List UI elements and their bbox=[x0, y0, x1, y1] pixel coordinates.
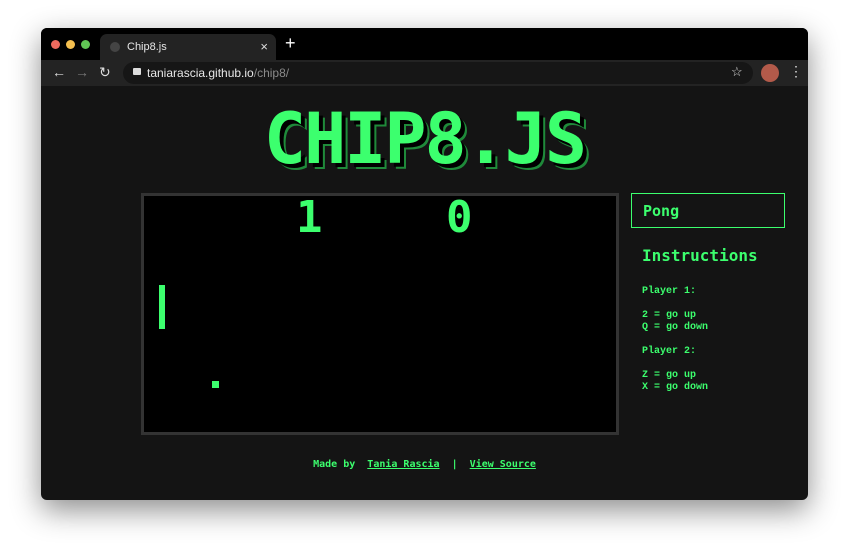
view-source-link[interactable]: View Source bbox=[470, 459, 536, 470]
forward-icon[interactable]: → bbox=[75, 64, 89, 80]
rom-select[interactable]: Pong bbox=[631, 193, 785, 228]
footer: Made by Tania Rascia | View Source bbox=[41, 459, 808, 470]
game-screen: 1 0 bbox=[141, 193, 619, 435]
url-host: taniarascia.github.io bbox=[147, 66, 254, 80]
toolbar: ← → ↻ taniarascia.github.io/chip8/ ☆ ⋮ bbox=[41, 60, 808, 86]
paddle bbox=[159, 285, 165, 329]
player2-label: Player 2: bbox=[642, 346, 697, 357]
page-title: CHIP8.JS bbox=[263, 98, 587, 180]
player2-up: Z = go up bbox=[642, 370, 697, 381]
address-bar[interactable]: taniarascia.github.io/chip8/ bbox=[123, 62, 753, 84]
close-window-button[interactable] bbox=[51, 40, 60, 49]
author-link[interactable]: Tania Rascia bbox=[367, 459, 439, 470]
player1-label: Player 1: bbox=[642, 286, 697, 297]
tab-chip8[interactable]: Chip8.js × bbox=[100, 34, 276, 60]
reload-icon[interactable]: ↻ bbox=[99, 64, 111, 81]
player2-down: X = go down bbox=[642, 382, 709, 393]
new-tab-button[interactable]: + bbox=[285, 33, 296, 54]
footer-separator: | bbox=[451, 459, 458, 470]
bookmark-star-icon[interactable]: ☆ bbox=[731, 64, 743, 80]
ball bbox=[212, 381, 219, 388]
url-path: /chip8/ bbox=[253, 66, 290, 80]
player1-up: 2 = go up bbox=[642, 310, 697, 321]
instructions-heading: Instructions bbox=[642, 246, 758, 265]
back-icon[interactable]: ← bbox=[52, 64, 66, 80]
profile-avatar[interactable] bbox=[761, 64, 779, 82]
player2-score: 0 bbox=[446, 192, 473, 243]
tab-title: Chip8.js bbox=[127, 41, 167, 53]
player1-down: Q = go down bbox=[642, 322, 709, 333]
minimize-window-button[interactable] bbox=[66, 40, 75, 49]
player1-score: 1 bbox=[296, 192, 323, 243]
maximize-window-button[interactable] bbox=[81, 40, 90, 49]
page-content: CHIP8.JS 1 0 Pong Instructions Player 1:… bbox=[41, 86, 808, 500]
close-tab-icon[interactable]: × bbox=[260, 39, 268, 54]
lock-icon bbox=[133, 68, 141, 75]
browser-menu-icon[interactable]: ⋮ bbox=[789, 63, 803, 80]
tab-bar: Chip8.js × + bbox=[41, 28, 808, 60]
made-by-text: Made by bbox=[313, 459, 356, 470]
browser-window: Chip8.js × + ← → ↻ taniarascia.github.io… bbox=[41, 28, 808, 500]
favicon-icon bbox=[110, 42, 120, 52]
